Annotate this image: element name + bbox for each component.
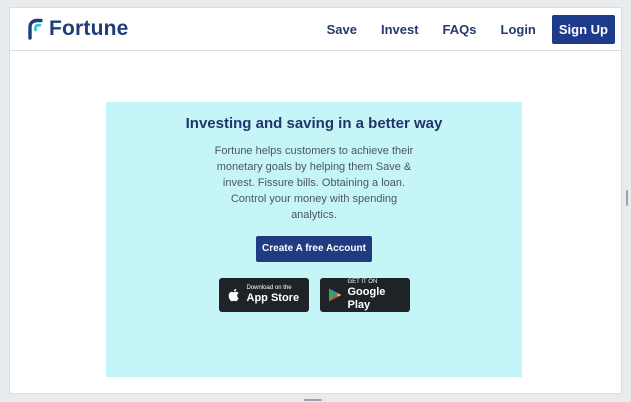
create-account-button[interactable]: Create A free Account (256, 236, 372, 262)
nav-invest-link[interactable]: Invest (381, 22, 419, 37)
main-nav: Save Invest FAQs Login Sign Up (327, 14, 615, 44)
nav-login-link[interactable]: Login (501, 22, 536, 37)
signup-button[interactable]: Sign Up (551, 14, 615, 44)
nav-faqs-link[interactable]: FAQs (443, 22, 477, 37)
browser-page: Fortune Save Invest FAQs Login Sign Up I… (10, 8, 621, 393)
hero-title: Investing and saving in a better way (185, 115, 443, 132)
app-store-button[interactable]: Download on the App Store (218, 278, 309, 312)
google-play-small-text: GET IT ON (347, 278, 378, 285)
brand-name: Fortune (49, 17, 129, 40)
app-store-small-text: Download on the (246, 285, 292, 291)
app-store-label: App Store (246, 292, 300, 304)
google-play-label: Google Play (347, 285, 386, 311)
vertical-scroll-handle[interactable] (626, 190, 628, 206)
brand[interactable]: Fortune (26, 16, 129, 42)
google-play-icon (328, 288, 341, 302)
fortune-logo-icon (28, 18, 43, 40)
google-play-button[interactable]: GET IT ON Google Play (319, 278, 410, 312)
header: Fortune Save Invest FAQs Login Sign Up (10, 8, 621, 51)
hero-description: Fortune helps customers to achieve their… (214, 145, 414, 221)
hero-card: Investing and saving in a better way For… (106, 102, 522, 377)
horizontal-scroll-handle[interactable] (304, 399, 322, 401)
store-badges: Download on the App Store GET IT ON Goog… (106, 278, 522, 312)
apple-icon (228, 288, 239, 302)
nav-save-link[interactable]: Save (327, 22, 357, 37)
